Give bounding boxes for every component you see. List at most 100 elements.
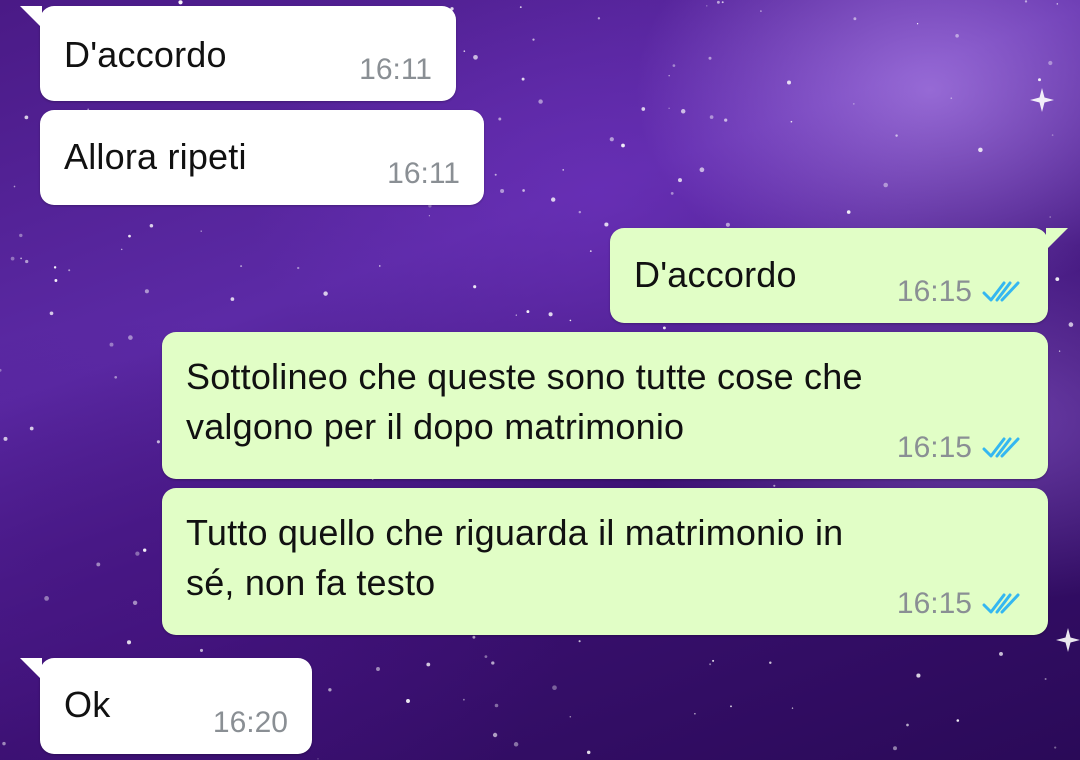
star [956, 719, 960, 722]
bubble-tail [20, 6, 42, 28]
message-text: Ok [64, 684, 111, 725]
star [1024, 0, 1028, 3]
star [156, 440, 160, 444]
star [548, 312, 553, 317]
star [1049, 216, 1051, 218]
star [515, 314, 517, 316]
star [716, 0, 720, 4]
star [694, 712, 696, 715]
star [712, 659, 715, 662]
star [240, 265, 243, 268]
star [178, 0, 183, 5]
star [706, 5, 708, 7]
star [406, 699, 410, 703]
star [44, 596, 49, 601]
star [846, 210, 851, 214]
star [24, 115, 29, 120]
star [604, 222, 609, 227]
star [551, 197, 556, 202]
star [724, 118, 728, 122]
star [68, 269, 71, 272]
star [126, 640, 132, 645]
star [662, 326, 666, 330]
message-time: 16:15 [896, 431, 972, 464]
star [128, 335, 133, 340]
message-meta: 16:11 [387, 157, 460, 191]
message-time: 16:11 [359, 53, 432, 86]
star [852, 103, 855, 105]
star [773, 484, 776, 487]
star [1044, 677, 1047, 681]
star [521, 77, 525, 81]
star [49, 311, 54, 316]
star [19, 233, 23, 238]
star [678, 178, 682, 183]
message-time: 16:15 [896, 275, 972, 308]
star [522, 189, 525, 192]
star [699, 167, 705, 173]
star [950, 97, 953, 99]
star [10, 256, 15, 261]
star [463, 698, 465, 701]
star [1051, 134, 1054, 136]
star [376, 667, 380, 671]
star [2, 741, 6, 746]
message-bubble-outgoing[interactable]: Tutto quello che riguarda il matrimonio … [162, 488, 1048, 635]
star [730, 705, 732, 708]
message-line: valgono per il dopo matrimonio [186, 406, 685, 447]
star [893, 746, 897, 751]
star [519, 6, 522, 8]
message-line: Tutto quello che riguarda il matrimonio … [186, 512, 844, 553]
star [709, 115, 714, 119]
star [132, 600, 138, 606]
sparkle-star [1056, 628, 1080, 652]
star [1054, 746, 1057, 749]
message-time: 16:11 [387, 157, 460, 190]
message-bubble-incoming[interactable]: Allora ripeti 16:11 [40, 110, 484, 205]
message-text: D'accordo [64, 34, 227, 75]
star [120, 248, 123, 251]
star [578, 210, 582, 214]
star [1058, 350, 1061, 352]
star [230, 297, 235, 301]
star [1056, 3, 1059, 5]
star [498, 117, 502, 121]
star [323, 291, 328, 296]
star [13, 185, 16, 188]
star [513, 742, 519, 747]
star [532, 38, 535, 41]
star [463, 50, 466, 52]
bubble-tail [20, 658, 42, 680]
star [597, 17, 601, 20]
star [708, 56, 712, 60]
bubble-tail [1046, 228, 1068, 250]
double-check-icon [982, 279, 1024, 305]
message-text: Sottolineo che queste sono tutte cose ch… [186, 352, 863, 452]
message-bubble-incoming[interactable]: Ok 16:20 [20, 658, 312, 754]
message-bubble-incoming[interactable]: D'accordo 16:11 [20, 6, 456, 101]
star [472, 635, 476, 639]
star [328, 688, 332, 692]
star [916, 23, 919, 25]
star [426, 662, 431, 667]
star [20, 257, 22, 260]
star [473, 285, 477, 289]
star [668, 74, 670, 77]
star [473, 54, 478, 60]
star [200, 230, 202, 232]
message-meta: 16:11 [359, 53, 432, 87]
star [25, 259, 29, 264]
star [96, 562, 101, 567]
sparkle-star [1030, 88, 1054, 112]
star [853, 17, 857, 21]
star [149, 223, 154, 228]
message-meta: 16:20 [213, 706, 288, 740]
star [144, 289, 149, 294]
star [569, 716, 572, 718]
message-time: 16:20 [212, 706, 288, 739]
star [428, 215, 430, 217]
message-bubble-outgoing[interactable]: Sottolineo che queste sono tutte cose ch… [162, 332, 1048, 479]
star [621, 143, 625, 148]
message-bubble-outgoing[interactable]: D'accordo 16:15 [610, 228, 1068, 323]
star [790, 120, 793, 123]
